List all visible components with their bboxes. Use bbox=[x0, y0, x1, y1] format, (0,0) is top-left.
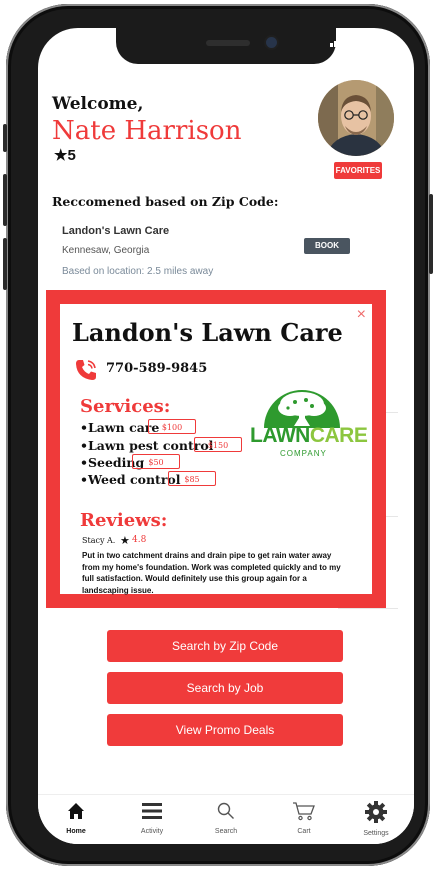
business-detail-modal: × Landon's Lawn Care 770-589-9845 Servic… bbox=[46, 290, 386, 608]
phone-icon[interactable] bbox=[74, 358, 98, 382]
phone-frame: 9:41 Welcome, Nate Harrison ★5 FAVORITES… bbox=[3, 4, 433, 866]
lawncare-logo: LAWNCARE COMPANY bbox=[250, 382, 368, 468]
logo-lawn-text: LAWN bbox=[250, 424, 310, 447]
signal-icon bbox=[330, 36, 345, 47]
logo-care-text: CARE bbox=[309, 424, 368, 447]
avatar-photo bbox=[318, 80, 394, 156]
search-by-job-button[interactable]: Search by Job bbox=[107, 672, 343, 704]
gear-icon bbox=[365, 801, 387, 823]
tab-cart[interactable]: Cart bbox=[274, 801, 334, 835]
reviews-heading: Reviews: bbox=[80, 510, 168, 531]
service-price[interactable]: $85 bbox=[168, 471, 216, 486]
status-time: 9:41 bbox=[62, 34, 91, 50]
review-text: Put in two catchment drains and drain pi… bbox=[82, 551, 341, 595]
modal-card: × Landon's Lawn Care 770-589-9845 Servic… bbox=[60, 304, 372, 595]
status-icons bbox=[330, 36, 396, 47]
tab-label: Settings bbox=[363, 830, 389, 837]
menu-icon bbox=[142, 803, 162, 819]
modal-title: Landon's Lawn Care bbox=[72, 318, 343, 347]
listing-distance: Based on location: 2.5 miles away bbox=[62, 266, 214, 277]
star-icon: ★ bbox=[120, 535, 130, 547]
avatar[interactable] bbox=[318, 80, 394, 156]
bottom-tab-bar: Home Activity Search Cart Settings bbox=[38, 794, 414, 844]
tab-activity[interactable]: Activity bbox=[122, 801, 182, 835]
service-price[interactable]: $50 bbox=[132, 454, 180, 469]
book-button[interactable]: BOOK bbox=[304, 238, 350, 254]
service-name: •Weed control bbox=[80, 472, 181, 487]
service-price[interactable]: $150 bbox=[194, 437, 242, 452]
app-screen: 9:41 Welcome, Nate Harrison ★5 FAVORITES… bbox=[38, 28, 414, 844]
review-score: 4.8 bbox=[132, 535, 147, 545]
divider bbox=[338, 608, 398, 609]
service-price[interactable]: $100 bbox=[148, 419, 196, 434]
tab-search[interactable]: Search bbox=[196, 801, 256, 835]
battery-icon bbox=[372, 36, 396, 47]
view-promo-deals-button[interactable]: View Promo Deals bbox=[107, 714, 343, 746]
close-icon[interactable]: × bbox=[357, 306, 366, 324]
phone-number[interactable]: 770-589-9845 bbox=[106, 361, 207, 376]
tab-settings[interactable]: Settings bbox=[346, 801, 406, 837]
tab-label: Cart bbox=[297, 828, 311, 835]
wifi-icon bbox=[352, 36, 366, 46]
user-name: Nate Harrison bbox=[52, 116, 242, 146]
tab-label: Activity bbox=[140, 828, 164, 835]
recommended-title: Reccomened based on Zip Code: bbox=[52, 194, 279, 209]
services-heading: Services: bbox=[80, 396, 171, 417]
cart-icon bbox=[293, 802, 315, 821]
welcome-text: Welcome, bbox=[52, 94, 144, 114]
search-icon bbox=[217, 802, 234, 819]
tab-label: Search bbox=[214, 828, 238, 835]
review-author: Stacy A. bbox=[82, 536, 116, 545]
search-by-zip-button[interactable]: Search by Zip Code bbox=[107, 630, 343, 662]
listing-location: Kennesaw, Georgia bbox=[62, 245, 150, 256]
notch bbox=[116, 28, 336, 64]
listing-name[interactable]: Landon's Lawn Care bbox=[62, 225, 169, 237]
home-icon bbox=[68, 803, 84, 819]
tab-home[interactable]: Home bbox=[46, 801, 106, 835]
tab-label: Home bbox=[66, 828, 86, 835]
user-rating: ★5 bbox=[54, 147, 76, 164]
favorites-button[interactable]: FAVORITES bbox=[334, 162, 382, 179]
logo-company-text: COMPANY bbox=[280, 449, 327, 458]
